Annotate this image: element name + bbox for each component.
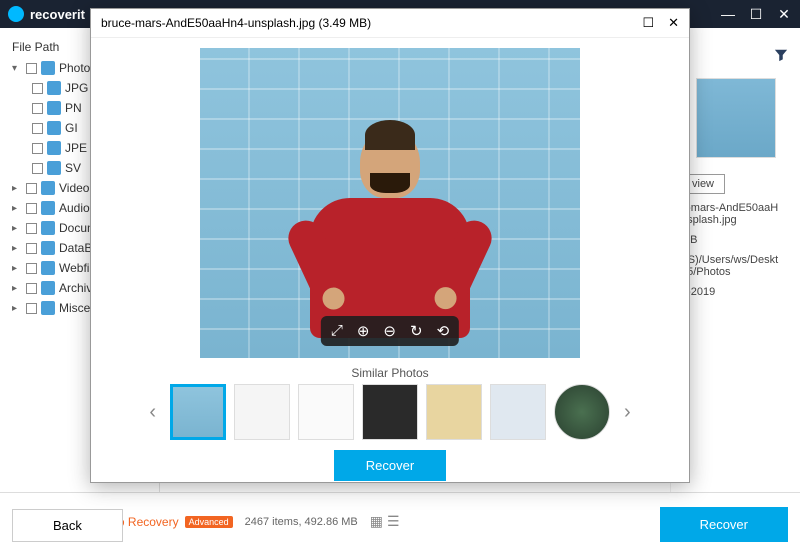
modal-titlebar: bruce-mars-AndE50aaHn4-unsplash.jpg (3.4… [91, 9, 689, 38]
tree-label: Archiv [59, 281, 92, 295]
logo-icon [8, 6, 24, 22]
zoom-in-icon[interactable]: ⊕ [357, 322, 370, 340]
tree-label: JPE [65, 141, 87, 155]
thumb-7[interactable] [554, 384, 610, 440]
tree-label: SV [65, 161, 81, 175]
zoom-out-icon[interactable]: ⊖ [383, 322, 396, 340]
status-text: 2467 items, 492.86 MB [245, 516, 358, 528]
chevron-icon: ▸ [12, 283, 22, 294]
folder-icon [47, 101, 61, 115]
checkbox[interactable] [26, 63, 37, 74]
back-button[interactable]: Back [12, 509, 123, 542]
folder-icon [41, 281, 55, 295]
chevron-icon: ▸ [12, 303, 22, 314]
checkbox[interactable] [26, 183, 37, 194]
prev-arrow-icon[interactable]: ‹ [143, 401, 162, 424]
fit-icon[interactable]: ⤢ [331, 322, 343, 340]
app-logo: recoverit [8, 6, 85, 22]
modal-recover-button[interactable]: Recover [334, 450, 446, 481]
preview-modal: bruce-mars-AndE50aaHn4-unsplash.jpg (3.4… [90, 8, 690, 483]
checkbox[interactable] [32, 123, 43, 134]
detail-path: FS)/Users/ws/Deskt85/Photos [681, 254, 790, 278]
folder-icon [41, 241, 55, 255]
folder-icon [41, 181, 55, 195]
folder-icon [47, 141, 61, 155]
checkbox[interactable] [32, 103, 43, 114]
checkbox[interactable] [26, 263, 37, 274]
chevron-icon: ▸ [12, 263, 22, 274]
detail-size: MB [681, 234, 790, 246]
folder-icon [41, 201, 55, 215]
tree-label: PN [65, 101, 82, 115]
checkbox[interactable] [26, 203, 37, 214]
checkbox[interactable] [26, 223, 37, 234]
tree-label: Miscel [59, 301, 93, 315]
folder-icon [47, 161, 61, 175]
minimize-button[interactable]: — [720, 6, 736, 23]
chevron-icon: ▸ [12, 223, 22, 234]
tree-label: DataB [59, 241, 92, 255]
preview-thumbnail [696, 78, 776, 158]
checkbox[interactable] [26, 303, 37, 314]
maximize-button[interactable]: ☐ [748, 6, 764, 23]
recover-button[interactable]: Recover [660, 507, 788, 542]
thumb-4[interactable] [362, 384, 418, 440]
preview-image: ⤢ ⊕ ⊖ ↻ ⟲ [200, 48, 580, 358]
grid-view-icon[interactable]: ▦ [370, 513, 383, 530]
rotate-icon[interactable]: ↻ [410, 322, 423, 340]
chevron-icon: ▸ [12, 243, 22, 254]
checkbox[interactable] [32, 143, 43, 154]
tree-label: Webfil [59, 261, 92, 275]
folder-icon [41, 221, 55, 235]
folder-icon [41, 61, 55, 75]
detail-date: 3-2019 [681, 286, 790, 298]
chevron-icon: ▸ [12, 203, 22, 214]
close-button[interactable]: ✕ [776, 6, 792, 23]
tree-label: Video( [59, 181, 93, 195]
modal-window-controls: ☐ ✕ [642, 15, 679, 31]
image-toolbar: ⤢ ⊕ ⊖ ↻ ⟲ [321, 316, 459, 346]
folder-icon [47, 121, 61, 135]
folder-icon [47, 81, 61, 95]
detail-filename: e-mars-AndE50aaHnsplash.jpg [681, 202, 790, 226]
modal-maximize-icon[interactable]: ☐ [642, 15, 654, 31]
filter-icon[interactable] [774, 48, 788, 62]
tree-label: JPG [65, 81, 88, 95]
reset-icon[interactable]: ⟲ [437, 322, 450, 340]
thumb-2[interactable] [234, 384, 290, 440]
tree-label: Audio( [59, 201, 94, 215]
checkbox[interactable] [32, 163, 43, 174]
similar-photos-label: Similar Photos [351, 366, 428, 380]
thumb-3[interactable] [298, 384, 354, 440]
checkbox[interactable] [32, 83, 43, 94]
modal-filename: bruce-mars-AndE50aaHn4-unsplash.jpg (3.4… [101, 16, 371, 30]
chevron-icon: ▾ [12, 63, 22, 74]
checkbox[interactable] [26, 243, 37, 254]
tree-label: GI [65, 121, 78, 135]
app-name: recoverit [30, 7, 85, 22]
thumb-6[interactable] [490, 384, 546, 440]
thumb-1[interactable] [170, 384, 226, 440]
window-controls: — ☐ ✕ [720, 6, 792, 23]
view-mode-icons: ▦ ☰ [370, 513, 400, 530]
checkbox[interactable] [26, 283, 37, 294]
thumb-5[interactable] [426, 384, 482, 440]
modal-body: ⤢ ⊕ ⊖ ↻ ⟲ Similar Photos ‹ › Recover [91, 38, 689, 491]
list-view-icon[interactable]: ☰ [387, 513, 400, 530]
similar-thumbs: ‹ › [143, 384, 636, 440]
next-arrow-icon[interactable]: › [618, 401, 637, 424]
chevron-icon: ▸ [12, 183, 22, 194]
adv-badge: Advanced [185, 516, 233, 528]
folder-icon [41, 301, 55, 315]
folder-icon [41, 261, 55, 275]
modal-close-icon[interactable]: ✕ [668, 15, 679, 31]
